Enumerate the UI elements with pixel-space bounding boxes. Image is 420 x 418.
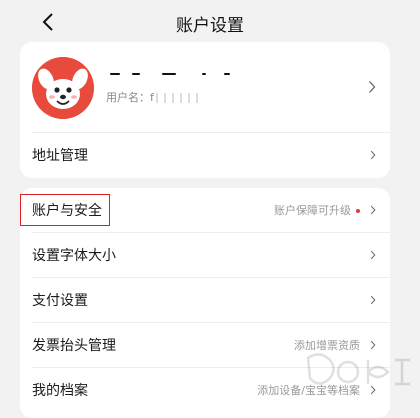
nickname-blurred [106,68,230,82]
payment-settings-row[interactable]: 支付设置 [20,278,390,322]
account-security-sub: 账户保障可升级 [274,202,360,218]
red-dot-badge [356,209,360,213]
username-label: 用户名：f [106,91,154,104]
profile-row[interactable]: 用户名：f [20,42,390,132]
font-size-label: 设置字体大小 [32,248,116,264]
profile-card: 用户名：f 地址管理 [20,42,390,178]
payment-settings-label: 支付设置 [32,293,88,309]
chevron-right-icon [370,205,376,215]
username-masked [155,93,202,103]
highlight-box [20,194,110,226]
chevron-right-icon [370,295,376,305]
invoice-title-label: 发票抬头管理 [32,338,116,354]
watermark-logo [306,353,410,386]
chevron-right-icon [369,81,376,93]
account-security-sub-text: 账户保障可升级 [274,204,351,217]
font-size-row[interactable]: 设置字体大小 [20,233,390,277]
my-profile-label: 我的档案 [32,383,88,399]
page-title: 账户设置 [176,16,244,36]
chevron-right-icon [370,150,376,160]
address-management-row[interactable]: 地址管理 [20,133,390,177]
top-bar: 账户设置 [0,0,420,44]
avatar [32,57,94,119]
username: 用户名：f [106,89,202,105]
jd-dog-mascot-icon [32,57,94,119]
chevron-right-icon [370,250,376,260]
address-management-label: 地址管理 [32,148,88,164]
